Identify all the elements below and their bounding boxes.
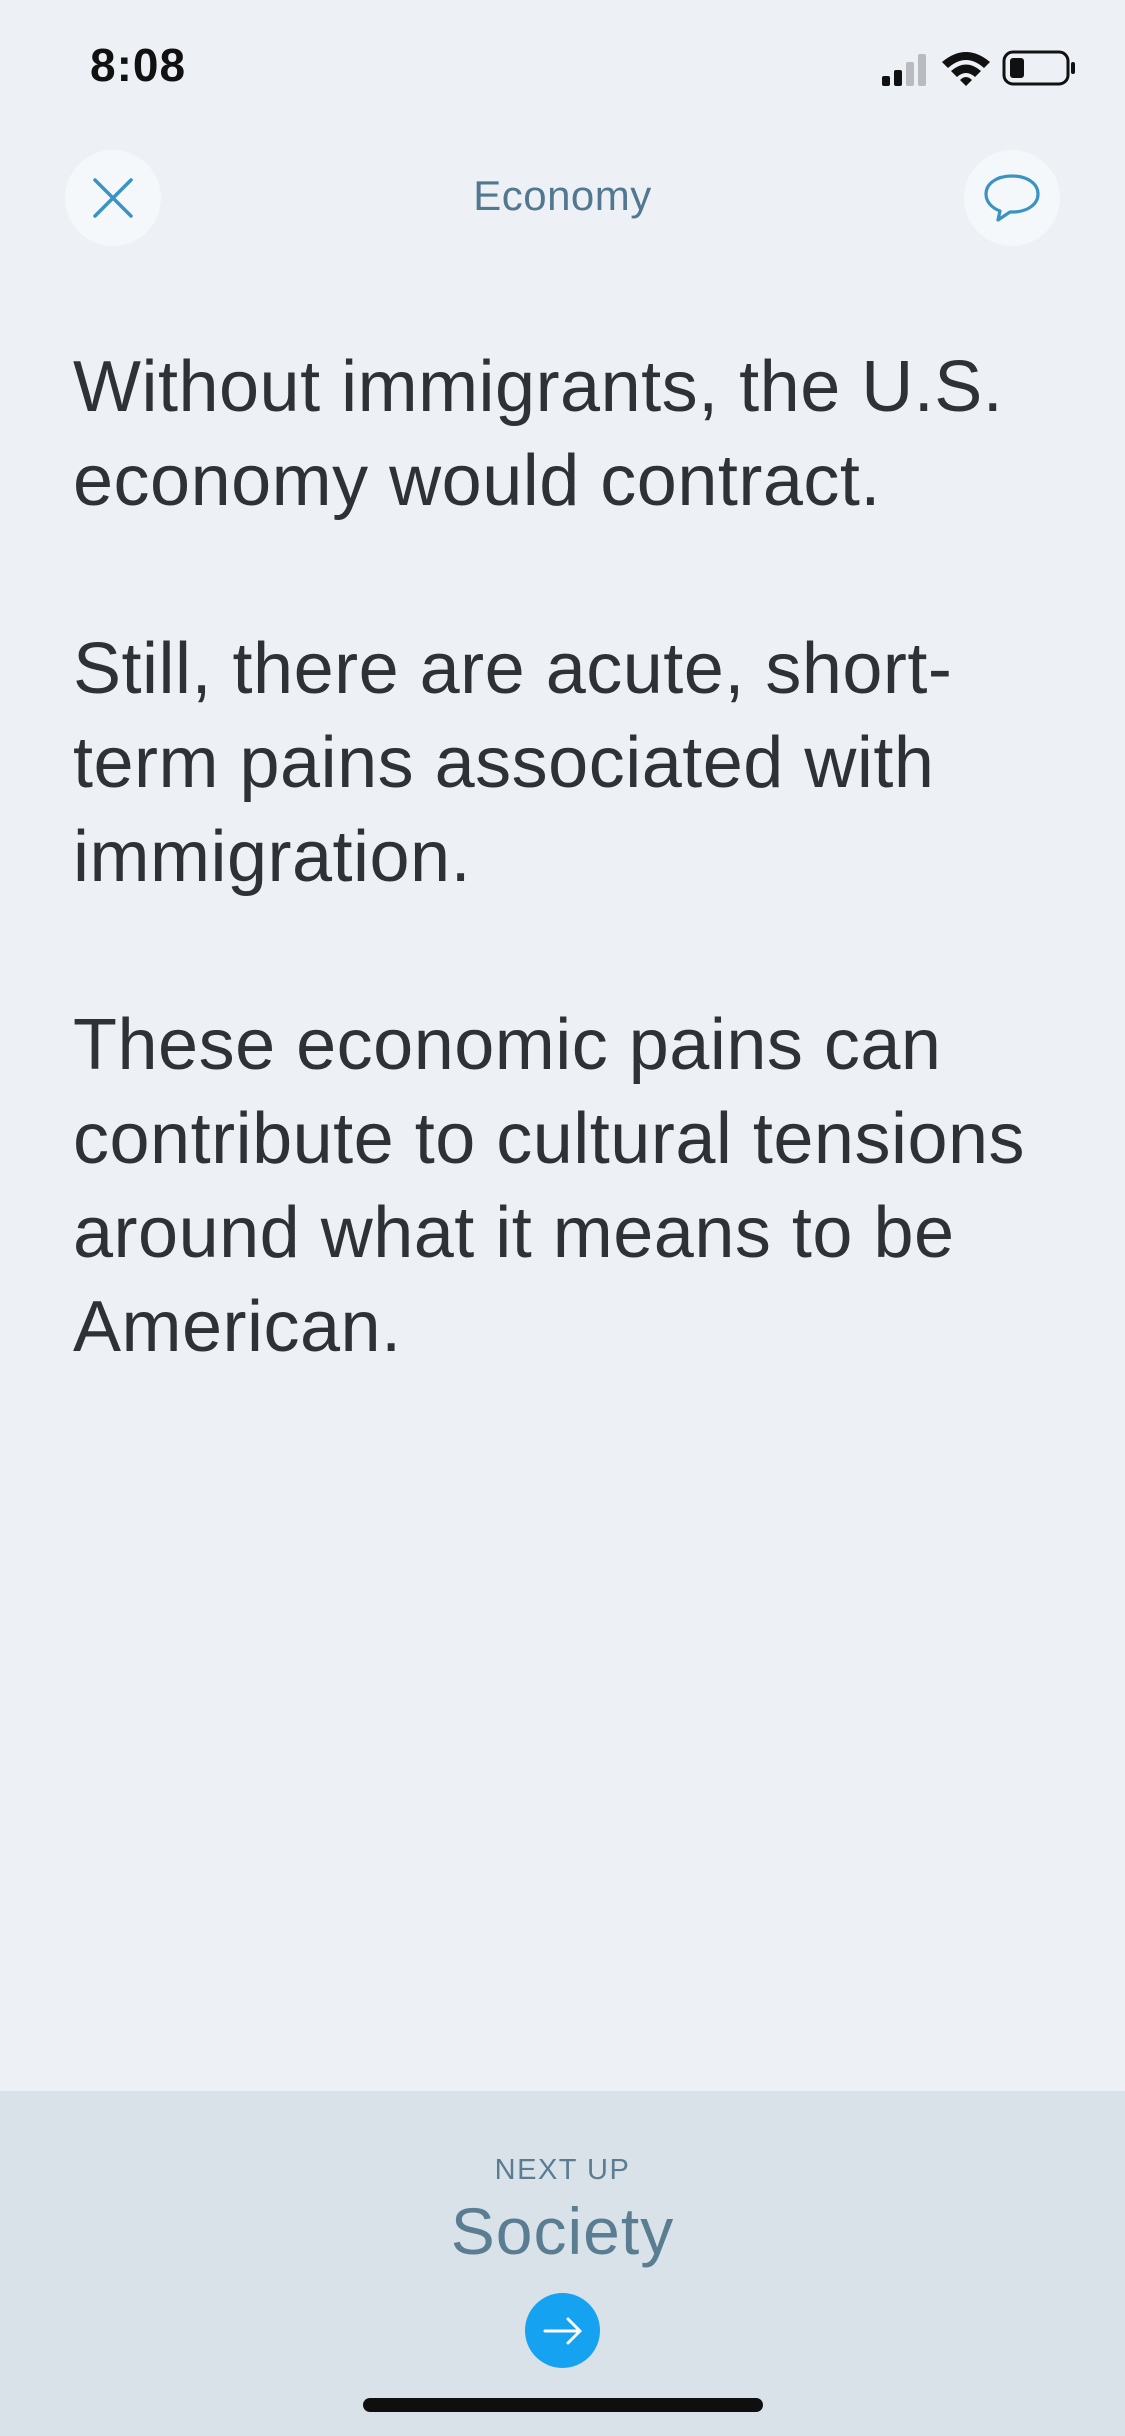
home-indicator[interactable]: [363, 2398, 763, 2412]
next-up-panel[interactable]: NEXT UP Society: [0, 2091, 1125, 2436]
top-navigation: Economy: [0, 150, 1125, 250]
status-icons: [880, 46, 1080, 96]
wifi-icon: [942, 52, 990, 86]
comment-button[interactable]: [964, 150, 1060, 246]
status-bar: 8:08: [0, 0, 1125, 130]
next-up-label: NEXT UP: [494, 2154, 631, 2186]
paragraph-1: Without immigrants, the U.S. economy wou…: [73, 347, 1004, 521]
comment-icon: [984, 174, 1040, 222]
arrow-right-icon: [543, 2317, 581, 2344]
paragraph-2: Still, there are acute, short-term pains…: [73, 629, 953, 897]
next-up-title[interactable]: Society: [0, 2193, 1125, 2269]
cellular-signal-icon: [882, 54, 926, 86]
status-time: 8:08: [90, 39, 187, 91]
page-title: Economy: [473, 172, 652, 219]
battery-icon: [1002, 50, 1075, 86]
next-button[interactable]: [525, 2293, 600, 2368]
paragraph-3: These economic pains can contribute to c…: [73, 1005, 1026, 1367]
article-content: Without immigrants, the U.S. economy wou…: [73, 340, 1063, 1468]
